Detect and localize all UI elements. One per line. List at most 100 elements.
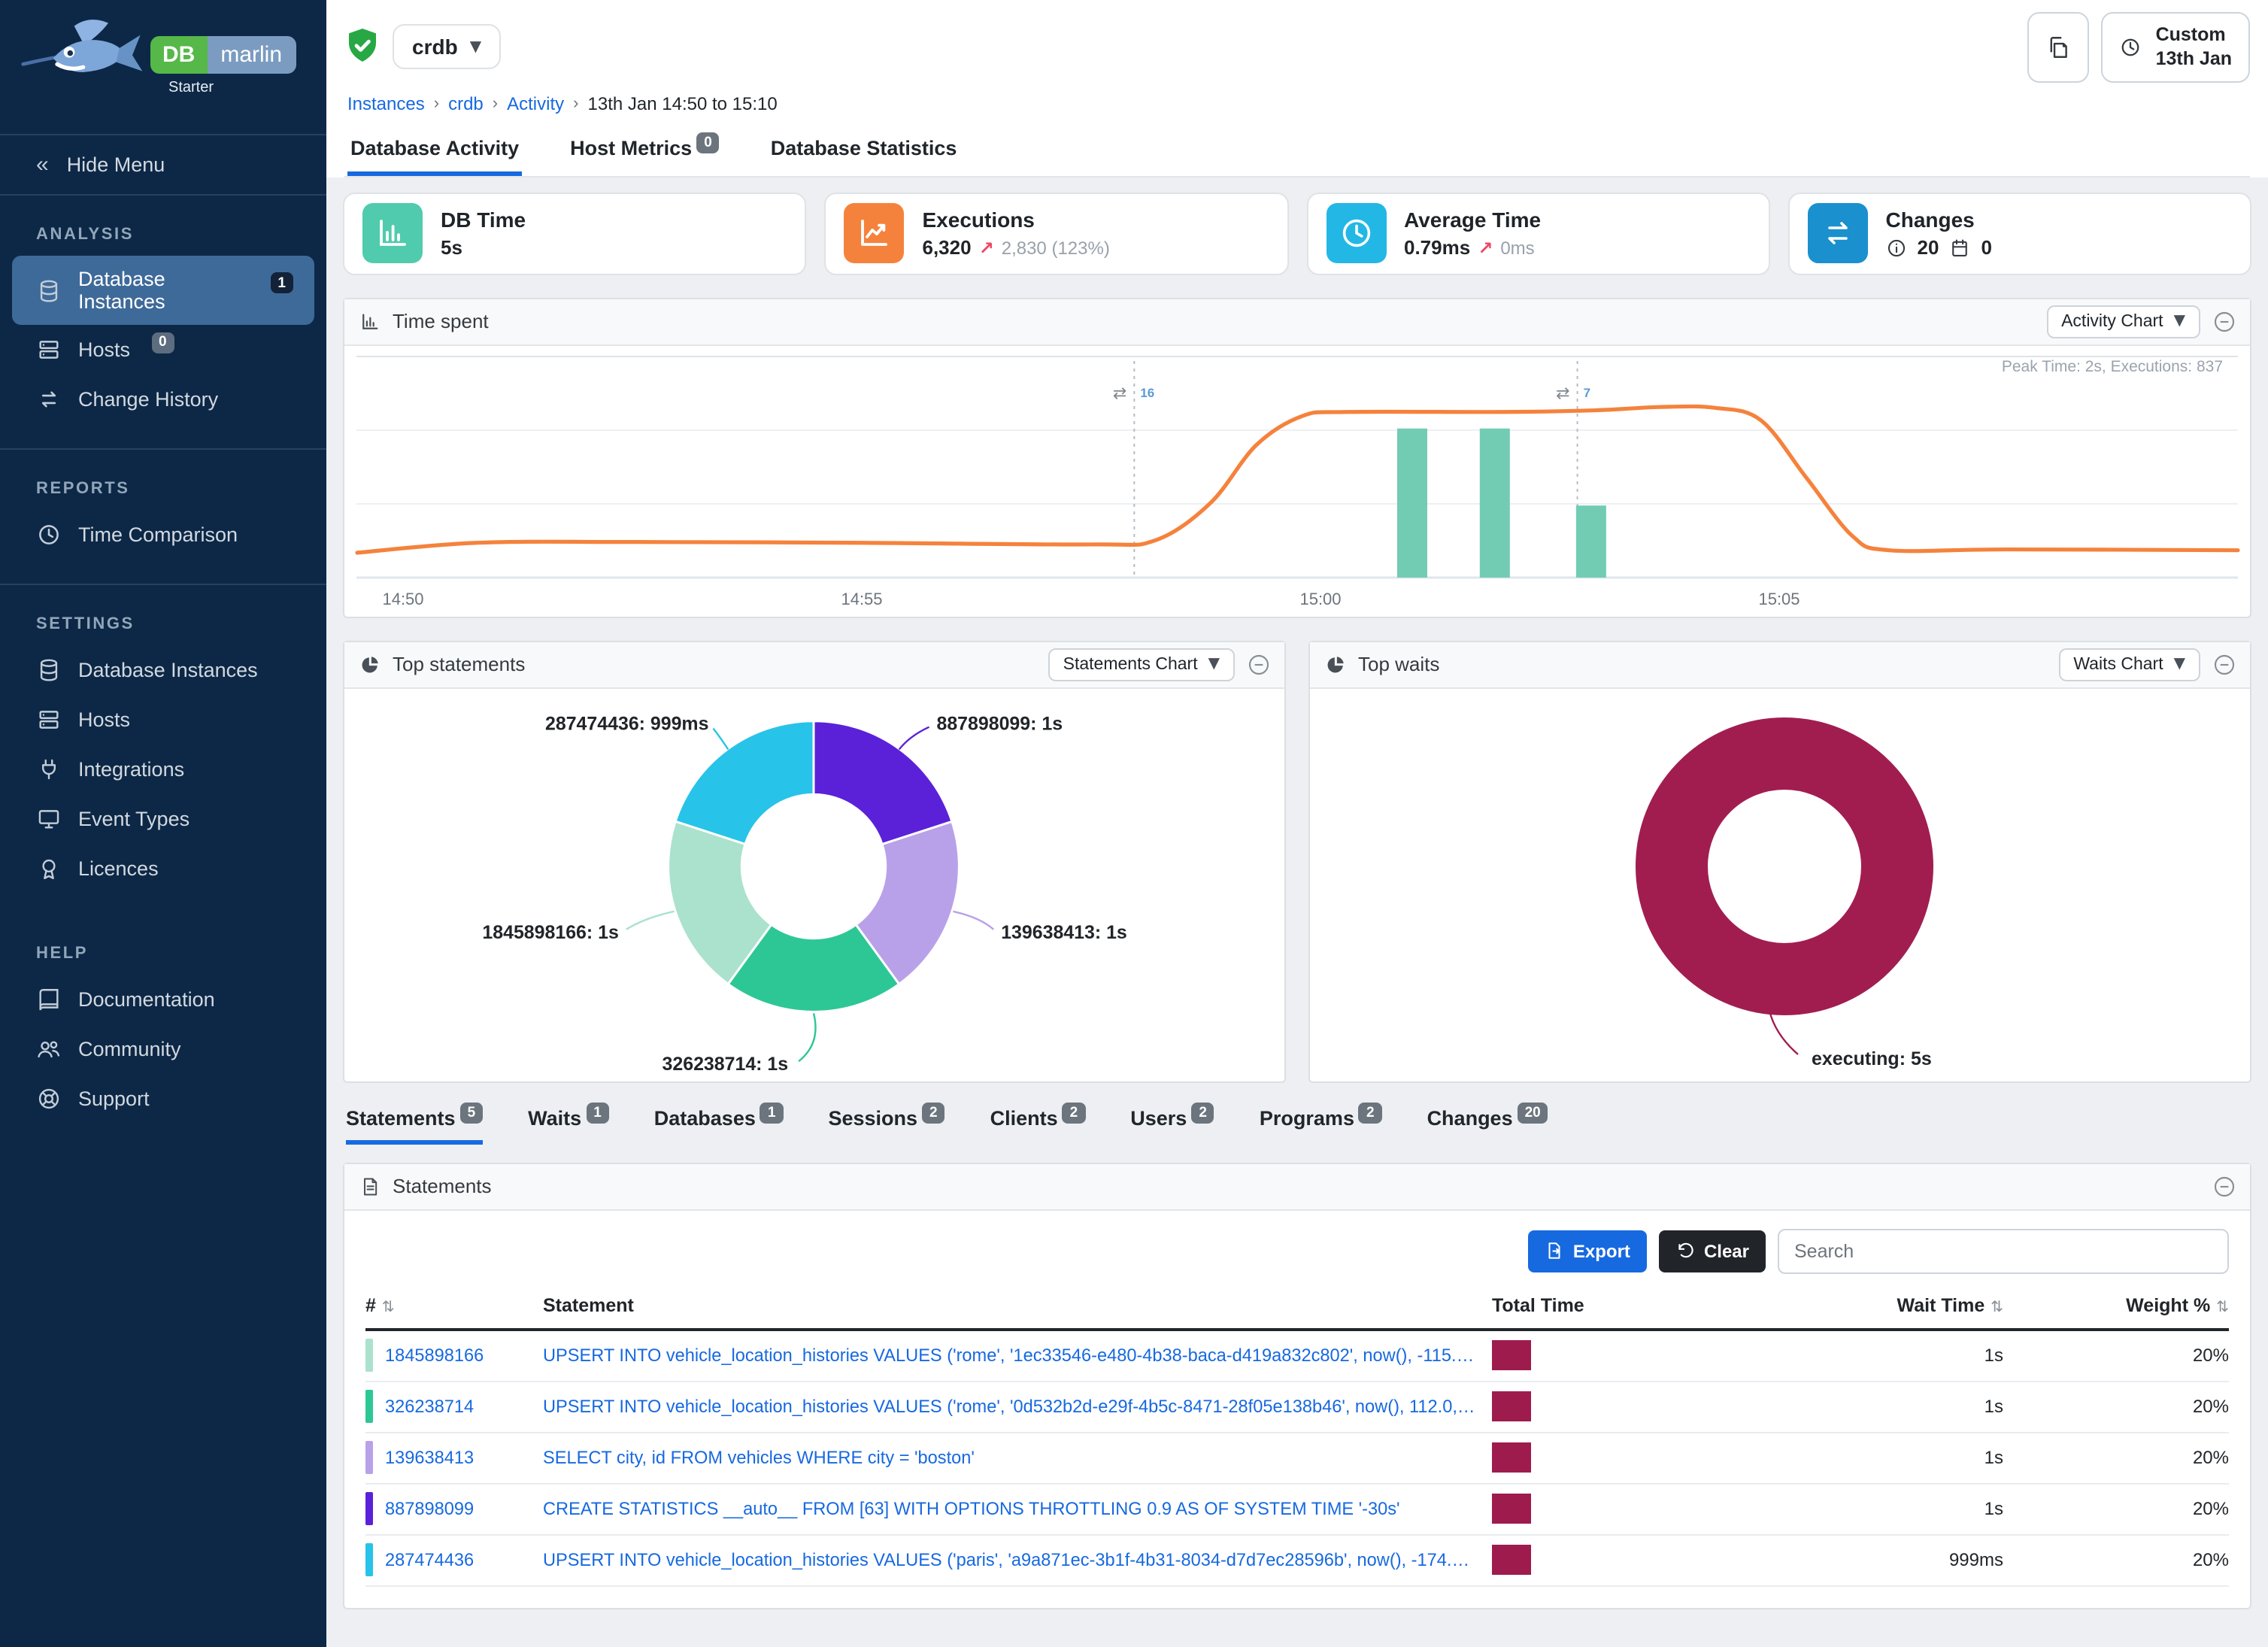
breadcrumb-separator: › — [573, 94, 578, 112]
statement-id-link[interactable]: 287474436 — [385, 1549, 474, 1570]
column-header-weight[interactable]: Weight %⇅ — [2003, 1279, 2229, 1327]
collapse-panel-button[interactable] — [2212, 1174, 2236, 1198]
statements-donut-chart[interactable]: 887898099: 1s139638413: 1s326238714: 1s1… — [344, 688, 1284, 1081]
svg-text:1845898166: 1s: 1845898166: 1s — [482, 921, 618, 942]
sort-icon: ⇅ — [382, 1299, 395, 1315]
tab-sessions[interactable]: Sessions2 — [828, 1106, 944, 1144]
time-range-label: Custom 13th Jan — [2156, 23, 2232, 71]
tab-statements[interactable]: Statements5 — [346, 1106, 483, 1144]
bar-chart-icon — [359, 311, 381, 332]
statements-donut-area[interactable]: 887898099: 1s139638413: 1s326238714: 1s1… — [344, 688, 1284, 1081]
tab-programs[interactable]: Programs2 — [1260, 1106, 1382, 1144]
table-row: 139638413 SELECT city, id FROM vehicles … — [365, 1433, 2229, 1484]
statements-chart-select[interactable]: Statements Chart ▼ — [1048, 648, 1235, 681]
waits-chart-select[interactable]: Waits Chart ▼ — [2058, 648, 2200, 681]
sidebar-item-support[interactable]: Support — [0, 1074, 326, 1124]
table-row: 887898099 CREATE STATISTICS __auto__ FRO… — [365, 1484, 2229, 1535]
up-arrow-icon: ↗ — [979, 237, 994, 258]
count-badge: 5 — [460, 1103, 484, 1124]
sidebar-item-hosts[interactable]: Hosts 0 — [0, 325, 326, 375]
top-header: crdb ▼ Custom 13th Jan — [326, 0, 2268, 177]
total-time-bar — [1492, 1494, 1531, 1524]
chevron-down-icon: ▼ — [1208, 656, 1220, 672]
wait-time-value: 1s — [1672, 1498, 2003, 1519]
collapse-panel-button[interactable] — [2212, 309, 2236, 333]
brand[interactable]: DB marlin Starter — [0, 0, 326, 110]
waits-donut-area[interactable]: executing: 5s — [1310, 688, 2250, 1081]
breadcrumb-crdb[interactable]: crdb — [448, 93, 484, 114]
top-waits-panel: Top waits Waits Chart ▼ executing: 5s — [1308, 640, 2251, 1082]
life-ring-icon — [36, 1086, 62, 1112]
time-chart-area[interactable]: Peak Time: 2s, Executions: 837 14:5014:5… — [344, 345, 2250, 616]
tab-databases[interactable]: Databases1 — [654, 1106, 784, 1144]
column-header-statement[interactable]: Statement — [543, 1279, 1492, 1327]
column-header-total-time[interactable]: Total Time — [1492, 1279, 1672, 1327]
sidebar-item-time-comparison[interactable]: Time Comparison — [0, 510, 326, 560]
sidebar-item-label: Database Instances — [78, 659, 258, 681]
tab-label: Database Activity — [350, 136, 519, 159]
sidebar-item-change-history[interactable]: Change History — [0, 375, 326, 424]
svg-text:887898099: 1s: 887898099: 1s — [936, 713, 1063, 734]
sidebar-item-settings-hosts[interactable]: Hosts — [0, 695, 326, 745]
time-range-button[interactable]: Custom 13th Jan — [2102, 12, 2250, 82]
statement-link[interactable]: UPSERT INTO vehicle_location_histories V… — [543, 1549, 1492, 1570]
activity-chart-select[interactable]: Activity Chart ▼ — [2046, 305, 2200, 338]
statement-link[interactable]: CREATE STATISTICS __auto__ FROM [63] WIT… — [543, 1498, 1492, 1519]
sidebar-item-database-instances[interactable]: Database Instances 1 — [12, 256, 314, 325]
sidebar-item-event-types[interactable]: Event Types — [0, 794, 326, 844]
color-chip — [365, 1390, 373, 1423]
section-title-reports: REPORTS — [0, 480, 326, 498]
tab-database-activity[interactable]: Database Activity — [347, 123, 522, 175]
statements-table: #⇅ Statement Total Time Wait Time⇅ Weigh… — [344, 1273, 2250, 1607]
statement-id-link[interactable]: 326238714 — [385, 1396, 474, 1417]
breadcrumb-instances[interactable]: Instances — [347, 93, 425, 114]
wait-time-value: 1s — [1672, 1345, 2003, 1366]
collapse-panel-button[interactable] — [1247, 652, 1271, 676]
clear-button[interactable]: Clear — [1659, 1230, 1766, 1272]
statement-link[interactable]: UPSERT INTO vehicle_location_histories V… — [543, 1396, 1492, 1417]
sidebar-item-label: Hosts — [78, 338, 130, 361]
statement-link[interactable]: UPSERT INTO vehicle_location_histories V… — [543, 1345, 1492, 1366]
time-spent-chart[interactable]: 14:5014:5515:0015:05⇄16⇄7 — [356, 351, 2238, 616]
tab-waits[interactable]: Waits1 — [528, 1106, 609, 1144]
statement-id-link[interactable]: 139638413 — [385, 1447, 474, 1468]
waits-donut-chart[interactable]: executing: 5s — [1310, 688, 2250, 1081]
tab-host-metrics[interactable]: Host Metrics0 — [567, 123, 723, 175]
sidebar-item-settings-database-instances[interactable]: Database Instances — [0, 645, 326, 695]
sidebar-item-label: Integrations — [78, 758, 184, 781]
sidebar-item-label: Community — [78, 1038, 181, 1060]
main-tabs: Database Activity Host Metrics0 Database… — [344, 123, 2250, 177]
tab-database-statistics[interactable]: Database Statistics — [768, 123, 960, 175]
column-header-num[interactable]: #⇅ — [365, 1279, 543, 1327]
tab-clients[interactable]: Clients2 — [990, 1106, 1086, 1144]
copy-button[interactable] — [2028, 12, 2090, 82]
stat-card-title: Changes — [1886, 208, 1992, 232]
statement-link[interactable]: SELECT city, id FROM vehicles WHERE city… — [543, 1447, 1492, 1468]
table-header-row: #⇅ Statement Total Time Wait Time⇅ Weigh… — [365, 1279, 2229, 1330]
total-time-bar — [1492, 1545, 1531, 1575]
tab-changes[interactable]: Changes20 — [1427, 1106, 1548, 1144]
color-chip — [365, 1339, 373, 1372]
hide-menu-button[interactable]: « Hide Menu — [0, 134, 326, 196]
instance-selector[interactable]: crdb ▼ — [393, 25, 501, 70]
breadcrumb-activity[interactable]: Activity — [507, 93, 564, 114]
brand-db: DB — [150, 36, 207, 74]
count-badge: 2 — [922, 1103, 945, 1124]
sort-icon: ⇅ — [2216, 1299, 2229, 1315]
sidebar-item-licences[interactable]: Licences — [0, 844, 326, 893]
svg-text:15:05: 15:05 — [1758, 589, 1800, 608]
export-button[interactable]: Export — [1528, 1230, 1647, 1272]
search-input[interactable] — [1778, 1228, 2229, 1273]
sidebar-item-label: Support — [78, 1087, 150, 1110]
sidebar-item-documentation[interactable]: Documentation — [0, 975, 326, 1024]
column-header-wait-time[interactable]: Wait Time⇅ — [1672, 1279, 2003, 1327]
sidebar-item-integrations[interactable]: Integrations — [0, 745, 326, 794]
export-label: Export — [1573, 1240, 1630, 1261]
clock-icon — [2120, 36, 2142, 59]
statement-id-link[interactable]: 1845898166 — [385, 1345, 484, 1366]
chevron-down-icon: ▼ — [470, 39, 481, 56]
statement-id-link[interactable]: 887898099 — [385, 1498, 474, 1519]
tab-users[interactable]: Users2 — [1130, 1106, 1214, 1144]
sidebar-item-community[interactable]: Community — [0, 1024, 326, 1074]
collapse-panel-button[interactable] — [2212, 652, 2236, 676]
